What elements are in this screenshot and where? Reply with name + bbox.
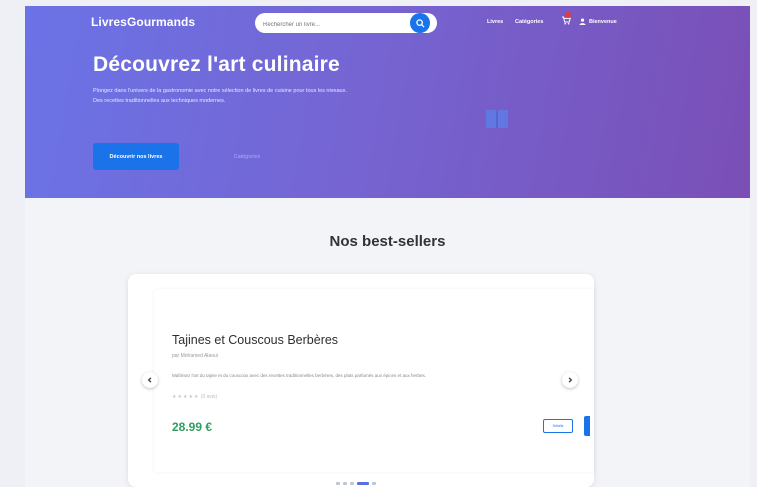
- book-title[interactable]: Tajines et Couscous Berbères: [172, 333, 338, 347]
- carousel-indicator[interactable]: [350, 481, 354, 485]
- book-details-button[interactable]: Détails: [543, 419, 573, 433]
- nav-link-categories[interactable]: Catégories: [515, 19, 543, 25]
- brand-logo[interactable]: LivresGourmands: [91, 15, 195, 29]
- cart-badge: [565, 12, 571, 18]
- carousel-slide: [154, 289, 594, 472]
- page: LivresGourmands Livres Catégories Bienve…: [25, 6, 750, 487]
- hero-section: LivresGourmands Livres Catégories Bienve…: [25, 6, 750, 198]
- discover-books-button[interactable]: Découvrir nos livres: [93, 143, 179, 170]
- carousel-indicators: [336, 481, 376, 485]
- user-menu[interactable]: Bienvenue: [589, 19, 617, 25]
- user-icon[interactable]: [579, 18, 586, 25]
- add-to-cart-button[interactable]: [584, 416, 590, 436]
- chevron-left-icon: [147, 377, 152, 383]
- book-stack-icon: [486, 110, 508, 128]
- hero-text: Plongez dans l'univers de la gastronomie…: [93, 88, 347, 104]
- book-price: 28.99 €: [172, 420, 213, 434]
- chevron-right-icon: [568, 377, 573, 383]
- bestseller-carousel: [128, 274, 594, 487]
- search-icon: [415, 18, 425, 28]
- rating-stars: ★★★★★: [172, 394, 200, 400]
- book-author: par Mohamed Alaoui: [172, 353, 218, 359]
- search-button[interactable]: [410, 13, 430, 33]
- categories-button[interactable]: Catégories: [211, 143, 283, 170]
- book-description: Maîtrisez l'art du tajine et du couscous…: [172, 373, 426, 378]
- rating-count: (0 avis): [200, 394, 218, 400]
- carousel-indicator[interactable]: [336, 481, 340, 485]
- hero-title: Découvrez l'art culinaire: [93, 53, 340, 76]
- carousel-next-button[interactable]: [562, 372, 578, 388]
- carousel-indicator[interactable]: [357, 481, 369, 485]
- book-rating: ★★★★★ (0 avis): [172, 394, 217, 400]
- bestsellers-title: Nos best-sellers: [329, 233, 446, 250]
- carousel-prev-button[interactable]: [142, 372, 158, 388]
- carousel-indicator[interactable]: [372, 481, 376, 485]
- nav-link-livres[interactable]: Livres: [487, 19, 503, 25]
- carousel-indicator[interactable]: [343, 481, 347, 485]
